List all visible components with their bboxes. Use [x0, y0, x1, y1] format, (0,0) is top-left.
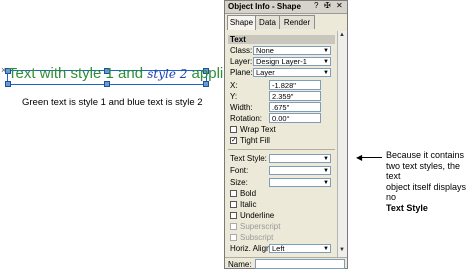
plane-dropdown[interactable]: Layer ▼ [253, 68, 331, 77]
size-label: Size: [230, 178, 248, 187]
callout-arrow [362, 157, 382, 158]
bold-label: Bold [240, 189, 257, 198]
help-icon[interactable]: ? [314, 1, 318, 10]
name-field[interactable] [255, 259, 345, 269]
font-dropdown[interactable]: ▼ [269, 166, 331, 175]
layer-value: Design Layer-1 [256, 57, 307, 66]
class-label: Class: [230, 46, 253, 55]
chevron-down-icon: ▼ [323, 156, 329, 162]
tight-fill-checkbox[interactable]: ✓ [230, 137, 237, 144]
palette-title: Object Info - Shape [228, 2, 301, 11]
arrow-left-icon: ◀ [356, 153, 363, 162]
wrap-text-label: Wrap Text [240, 125, 276, 134]
annotation-text: Because it contains two text styles, the… [386, 150, 474, 213]
plane-label: Plane: [230, 68, 253, 77]
x-label: X: [230, 81, 238, 90]
italic-checkbox[interactable] [230, 201, 237, 208]
section-header-text: Text [228, 35, 335, 44]
text-style-1: Text with style 1 and [8, 65, 148, 82]
scroll-down-icon[interactable]: ▼ [339, 247, 345, 253]
chevron-down-icon: ▼ [323, 168, 329, 174]
underline-label: Underline [240, 211, 275, 220]
x-field[interactable]: -1.828" [269, 80, 321, 90]
palette-tabs: Shape Data Render [227, 15, 347, 30]
divider [228, 149, 335, 150]
annotation-line: Because it contains [386, 150, 465, 160]
text-style-label: Text Style: [230, 154, 267, 163]
horiz-align-label: Horiz. Align: [230, 244, 273, 253]
wrap-text-checkbox[interactable] [230, 126, 237, 133]
plane-value: Layer [256, 68, 275, 77]
horiz-align-dropdown[interactable]: Left ▼ [269, 244, 331, 253]
scroll-up-icon[interactable]: ▲ [339, 32, 345, 38]
divider [225, 257, 347, 258]
font-label: Font: [230, 166, 249, 175]
width-label: Width: [230, 103, 253, 112]
underline-checkbox[interactable] [230, 212, 237, 219]
chevron-down-icon: ▼ [323, 48, 329, 54]
object-info-palette: Object Info - Shape ? ✠ ✕ Shape Data Ren… [224, 0, 348, 269]
tab-data[interactable]: Data [255, 15, 280, 29]
subscript-checkbox[interactable] [230, 234, 237, 241]
layer-dropdown[interactable]: Design Layer-1 ▼ [253, 57, 331, 66]
tab-shape[interactable]: Shape [227, 15, 256, 30]
layer-label: Layer: [230, 57, 253, 66]
annotation-line: object itself displays no [386, 181, 467, 203]
rotation-field[interactable]: 0.00° [269, 113, 321, 123]
close-icon[interactable]: ✕ [336, 1, 343, 10]
class-dropdown[interactable]: None ▼ [253, 46, 331, 55]
chevron-down-icon: ▼ [323, 180, 329, 186]
size-dropdown[interactable]: ▼ [269, 178, 331, 187]
tight-fill-label: Tight Fill [240, 136, 270, 145]
class-value: None [256, 46, 274, 55]
subscript-label: Subscript [240, 233, 274, 242]
annotation-bold-line: Text Style [386, 202, 428, 213]
pin-icon[interactable]: ✠ [324, 1, 331, 10]
chevron-down-icon: ▼ [323, 246, 329, 252]
palette-scrollbar[interactable]: ▲ ▼ [337, 31, 347, 257]
styled-text-object[interactable]: Text with style 1 and style 2 applied [8, 66, 240, 81]
italic-label: Italic [240, 200, 257, 209]
name-label: Name: [228, 260, 252, 269]
tab-render[interactable]: Render [279, 15, 315, 29]
caption: Green text is style 1 and blue text is s… [22, 97, 203, 108]
palette-titlebar[interactable]: Object Info - Shape ? ✠ ✕ [225, 1, 347, 14]
superscript-checkbox[interactable] [230, 223, 237, 230]
annotation-line: two text styles, the text [386, 160, 461, 182]
rotation-label: Rotation: [230, 114, 263, 123]
y-label: Y: [230, 92, 238, 101]
superscript-label: Superscript [240, 222, 281, 231]
y-field[interactable]: 2.359" [269, 91, 321, 101]
horiz-align-value: Left [272, 244, 285, 253]
chevron-down-icon: ▼ [323, 59, 329, 65]
width-field[interactable]: .675" [269, 102, 321, 112]
bold-checkbox[interactable] [230, 190, 237, 197]
text-style-2: style 2 [147, 67, 188, 81]
text-style-dropdown[interactable]: ▼ [269, 154, 331, 163]
chevron-down-icon: ▼ [323, 70, 329, 76]
origin-mark-icon: × [1, 65, 7, 75]
